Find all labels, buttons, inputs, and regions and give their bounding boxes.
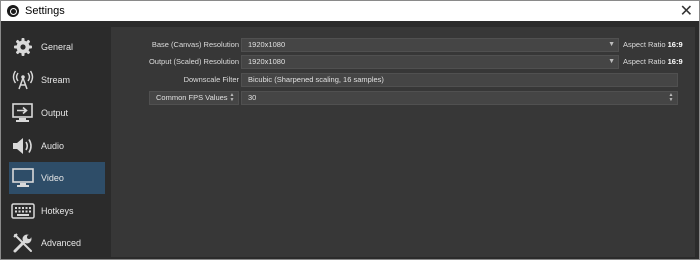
output-aspect-ratio: Aspect Ratio 16:9 [623,57,683,66]
video-settings-content: Base (Canvas) Resolution 1920x1080 ▼ Asp… [105,21,699,259]
settings-sidebar: General Stream Output Audio Video Hotkey… [1,21,105,259]
wrench-icon [11,232,35,254]
base-resolution-label: Base (Canvas) Resolution [151,40,239,49]
settings-window: Settings ✕ General Stream Output Audio V… [0,0,700,260]
fps-value-select[interactable]: 30 ▲ ▼ [241,91,678,105]
sidebar-item-advanced[interactable]: Advanced [9,227,105,259]
sidebar-item-stream[interactable]: Stream [9,64,105,96]
speaker-icon [11,135,35,157]
fps-value: 30 [248,93,257,102]
downscale-filter-select[interactable]: Bicubic (Sharpened scaling, 16 samples) [241,73,678,87]
chevron-down-icon: ▼ [608,58,615,65]
fps-type-value: Common FPS Values [156,93,228,102]
sidebar-item-general[interactable]: General [9,31,105,63]
base-resolution-combobox[interactable]: 1920x1080 ▼ [241,38,619,52]
sidebar-item-label: Output [41,108,69,118]
output-resolution-value: 1920x1080 [248,57,286,66]
antenna-icon [11,69,35,91]
output-icon [11,102,35,124]
sidebar-item-label: General [41,42,74,52]
sidebar-item-label: Stream [41,75,71,85]
downscale-filter-value: Bicubic (Sharpened scaling, 16 samples) [248,75,384,84]
output-resolution-combobox[interactable]: 1920x1080 ▼ [241,55,619,69]
downscale-filter-label: Downscale Filter [183,75,239,84]
output-aspect-ratio-value: 16:9 [667,57,683,66]
close-icon[interactable]: ✕ [680,2,693,20]
base-resolution-value: 1920x1080 [248,40,286,49]
sidebar-item-hotkeys[interactable]: Hotkeys [9,195,105,227]
obs-logo-icon [7,5,19,17]
gear-icon [11,36,35,58]
monitor-icon [11,167,35,189]
sidebar-item-output[interactable]: Output [9,97,105,129]
chevron-down-icon: ▼ [608,41,615,48]
sidebar-item-label: Advanced [41,238,82,248]
updown-arrows-icon: ▲ ▼ [668,92,674,103]
output-resolution-row: Output (Scaled) Resolution 1920x1080 ▼ A… [111,55,695,69]
video-settings-panel: Base (Canvas) Resolution 1920x1080 ▼ Asp… [111,27,695,257]
updown-arrows-icon: ▲ ▼ [229,92,235,103]
keyboard-icon [11,200,35,222]
sidebar-item-audio[interactable]: Audio [9,130,105,162]
base-aspect-ratio-value: 16:9 [667,40,683,49]
base-aspect-ratio: Aspect Ratio 16:9 [623,40,683,49]
fps-type-select[interactable]: Common FPS Values ▲ ▼ [149,91,239,105]
sidebar-item-video[interactable]: Video [9,162,105,194]
sidebar-item-label: Hotkeys [41,206,74,216]
sidebar-item-label: Audio [41,141,65,151]
output-resolution-label: Output (Scaled) Resolution [148,57,239,66]
title-bar: Settings ✕ [1,1,699,21]
base-resolution-row: Base (Canvas) Resolution 1920x1080 ▼ Asp… [111,38,695,52]
downscale-filter-row: Downscale Filter Bicubic (Sharpened scal… [111,73,695,87]
fps-row: Common FPS Values ▲ ▼ 30 ▲ ▼ [111,91,695,105]
window-title: Settings [25,5,65,17]
sidebar-item-label: Video [41,173,64,183]
